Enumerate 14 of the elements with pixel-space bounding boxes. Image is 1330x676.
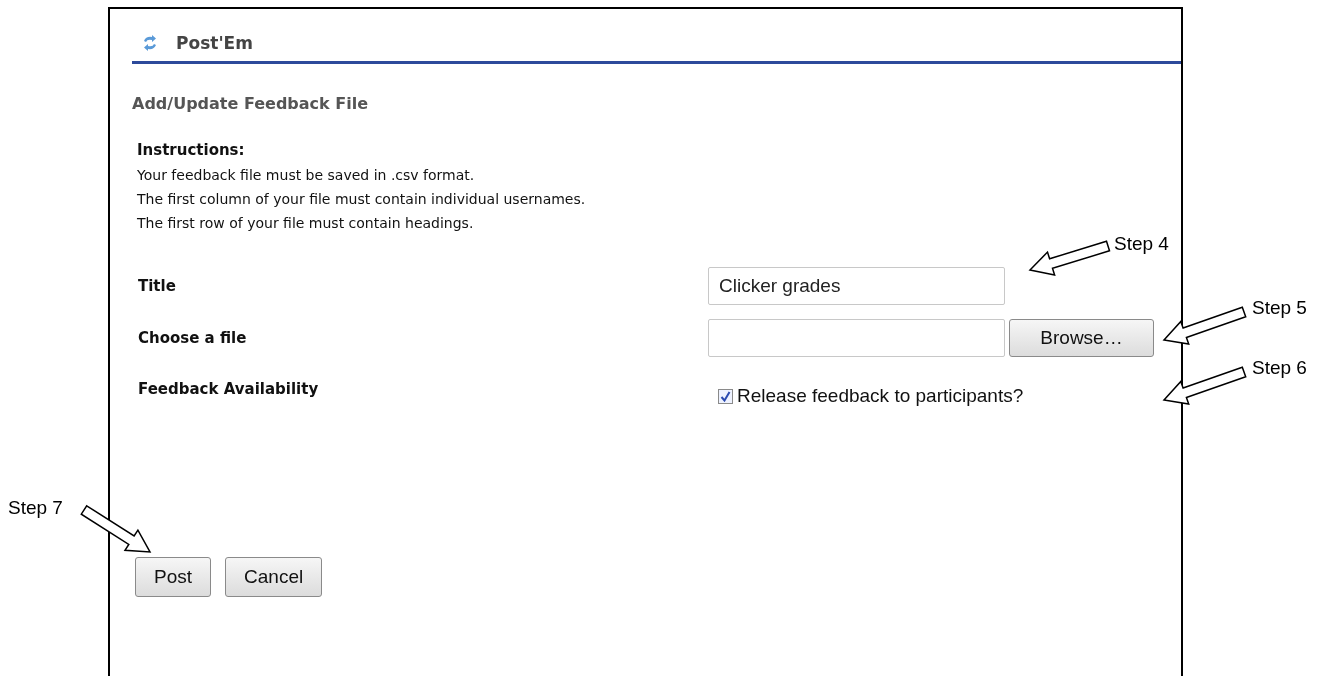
title-field[interactable]: Clicker grades	[708, 267, 1005, 305]
tool-title: Post'Em	[176, 33, 253, 53]
field-label: Feedback Availability	[138, 380, 320, 398]
instruction-line: The first column of your file must contain individual usernames.	[137, 190, 586, 209]
checkbox-label[interactable]: Release feedback to participants?	[737, 385, 1024, 407]
instruction-line: The first row of your file must contain headings.	[137, 214, 474, 233]
cancel-button[interactable]: Cancel	[225, 557, 323, 597]
browse-button[interactable]: Browse…	[1009, 319, 1154, 357]
post-button[interactable]: Post	[135, 557, 212, 597]
instructions-heading: Instructions:	[137, 141, 246, 159]
page-title: Add/Update Feedback File	[132, 94, 370, 113]
instruction-line: Your feedback file must be saved in .csv format.	[137, 166, 475, 185]
field-label: Title	[138, 277, 177, 295]
field-label: Choose a file	[138, 329, 248, 347]
